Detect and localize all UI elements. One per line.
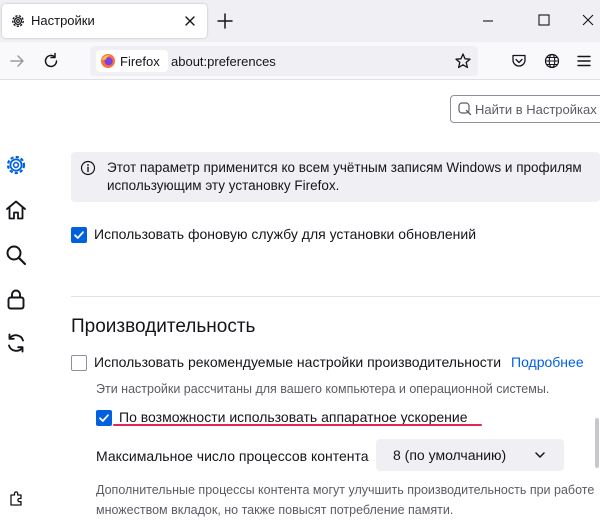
performance-title: Производительность — [71, 316, 256, 337]
preferences-page: Этот параметр применится ко всем учётным… — [0, 81, 600, 525]
window-close-icon[interactable] — [565, 0, 600, 40]
info-message-box: Этот параметр применится ко всем учётным… — [71, 152, 600, 202]
gear-icon — [12, 15, 24, 27]
info-line-1: Этот параметр применится ко всем учётным… — [107, 160, 582, 175]
star-icon[interactable] — [454, 52, 472, 70]
identity-label: Firefox — [120, 53, 160, 69]
search-input-box[interactable] — [450, 95, 600, 123]
close-icon[interactable] — [180, 11, 200, 31]
tab-strip: Настройки — [0, 0, 600, 42]
identity-badge[interactable]: Firefox — [96, 50, 168, 72]
info-icon — [80, 160, 96, 176]
info-message: Этот параметр применится ко всем учётным… — [107, 159, 600, 195]
hamburger-icon[interactable] — [575, 52, 593, 70]
chevron-down-icon — [535, 452, 545, 458]
content-process-description-2: множеством вкладок, но также повысят пот… — [96, 503, 454, 517]
recommended-settings-description: Эти настройки рассчитаны для вашего комп… — [96, 382, 550, 396]
recommended-settings-checkbox[interactable] — [71, 355, 87, 371]
search-input[interactable] — [475, 99, 600, 119]
home-icon[interactable] — [4, 198, 28, 222]
url-bar[interactable]: Firefox about:preferences — [90, 46, 478, 76]
content-process-value: 8 (по умолчанию) — [393, 447, 507, 463]
extensions-icon[interactable] — [8, 489, 26, 507]
content-process-description-1: Дополнительные процессы контента могут у… — [96, 483, 595, 497]
firefox-logo-icon — [101, 54, 115, 68]
gear-icon[interactable] — [4, 153, 28, 177]
checkmark-icon — [74, 231, 84, 239]
lock-icon[interactable] — [4, 287, 28, 311]
reload-icon[interactable] — [39, 49, 63, 73]
hardware-acceleration-checkbox[interactable] — [96, 410, 112, 426]
scrollbar-thumb[interactable] — [595, 418, 599, 468]
maximize-icon[interactable] — [521, 0, 567, 40]
content-process-select[interactable]: 8 (по умолчанию) — [376, 439, 564, 471]
plus-icon[interactable] — [214, 10, 236, 32]
pocket-icon[interactable] — [510, 52, 528, 70]
info-line-2: использующим эту установку Firefox. — [107, 178, 340, 193]
background-service-checkbox[interactable] — [71, 227, 87, 243]
sync-icon[interactable] — [4, 331, 28, 355]
tab-title: Настройки — [31, 13, 95, 28]
learn-more-link[interactable]: Подробнее — [511, 354, 584, 370]
search-icon[interactable] — [4, 243, 28, 267]
section-divider — [71, 296, 600, 297]
content-process-label: Максимальное число процессов контента — [96, 448, 369, 464]
search-icon — [458, 102, 472, 116]
arrow-right-icon[interactable] — [5, 49, 29, 73]
hardware-acceleration-label[interactable]: По возможности использовать аппаратное у… — [119, 409, 468, 425]
url-text[interactable]: about:preferences — [171, 54, 276, 69]
annotation-underline — [113, 424, 482, 426]
checkmark-icon — [99, 414, 109, 422]
recommended-settings-label[interactable]: Использовать рекомендуемые настройки про… — [94, 354, 501, 370]
nav-toolbar: Firefox about:preferences — [0, 42, 600, 80]
tab-settings[interactable]: Настройки — [2, 4, 207, 38]
background-service-label[interactable]: Использовать фоновую службу для установк… — [94, 226, 476, 242]
globe-icon[interactable] — [543, 52, 561, 70]
minimize-icon[interactable] — [465, 0, 511, 40]
